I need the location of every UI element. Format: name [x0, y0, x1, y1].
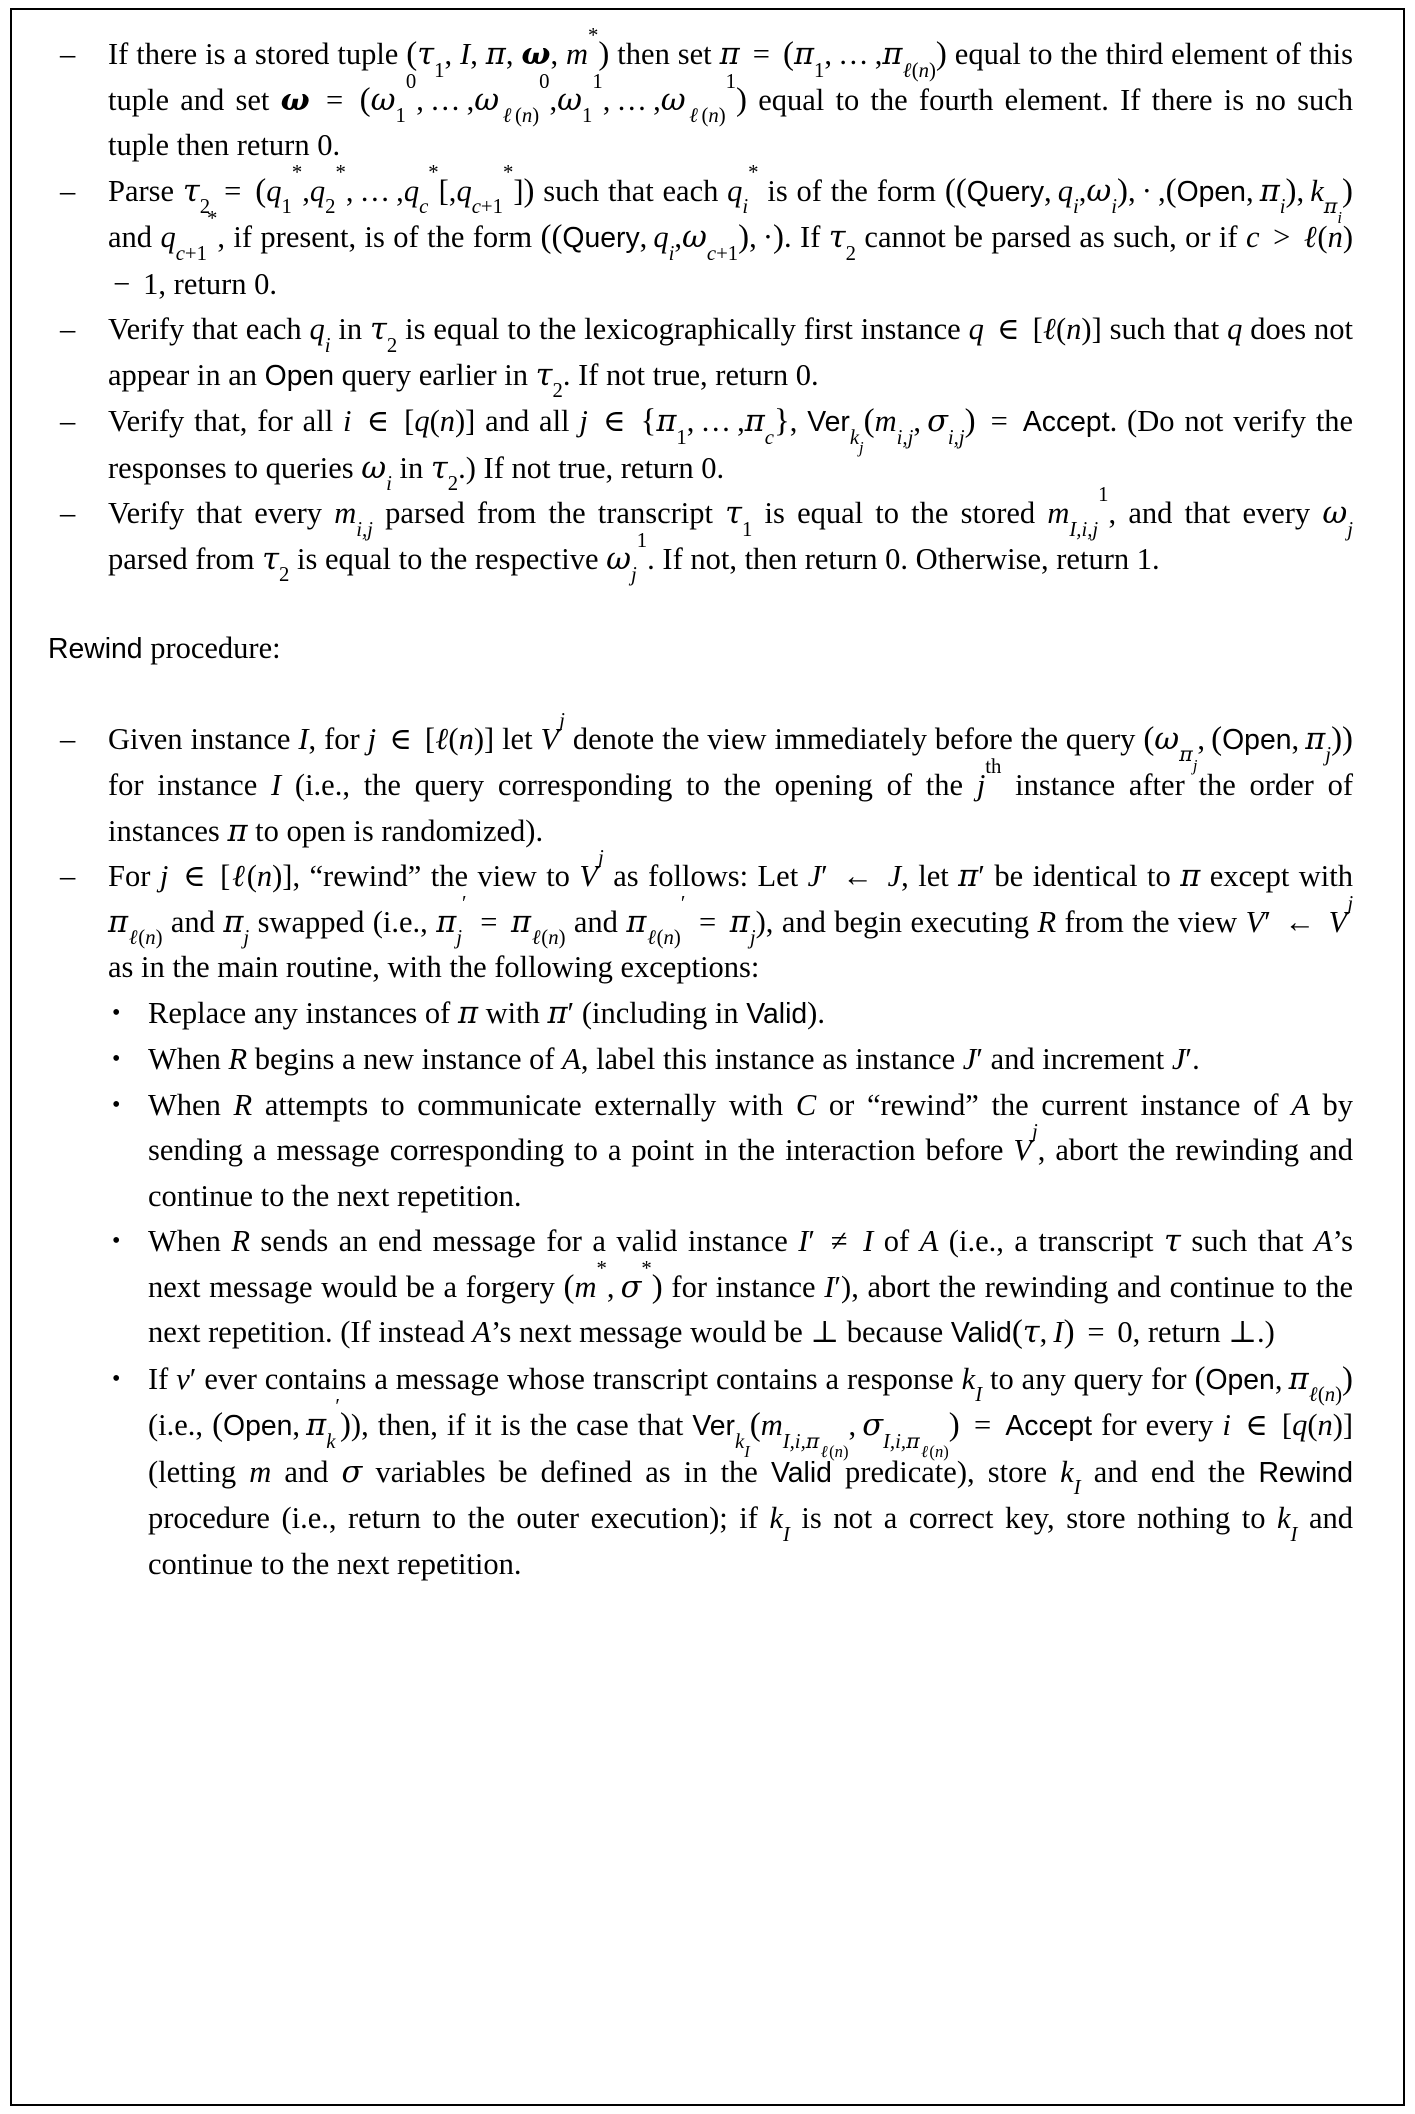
bullet-marker: •	[112, 1046, 121, 1072]
dash-marker: –	[60, 173, 76, 208]
page-content: – If there is a stored tuple (τ1, I, π, …	[48, 25, 1354, 1588]
dash-marker: –	[60, 37, 76, 71]
list-item-text: When R attempts to communicate externall…	[148, 1087, 1354, 1213]
list-item-verify-signatures: – Verify that, for all i ∈ [q(n)] and al…	[48, 399, 1354, 496]
list-item-replace-pi: • Replace any instances of π with π′ (in…	[108, 991, 1353, 1038]
list-item-text: If v′ ever contains a message whose tran…	[148, 1360, 1354, 1581]
list-item-text: When R begins a new instance of A, label…	[148, 1042, 1200, 1076]
list-item-text: Parse τ2 = (q1*,q2*, … ,qc*[,qc+1*]) suc…	[108, 161, 1353, 301]
list-item-text: Verify that, for all i ∈ [q(n)] and all …	[108, 403, 1354, 496]
list-item-given-instance: – Given instance I, for j ∈ [ℓ(n)] let V…	[48, 709, 1353, 855]
bullet-marker: •	[112, 1228, 121, 1254]
list-item-verify-messages: – Verify that every mi,j parsed from the…	[48, 484, 1353, 587]
list-item-text: Replace any instances of π with π′ (incl…	[148, 995, 825, 1031]
list-item-label-instance: • When R begins a new instance of A, lab…	[108, 1037, 1353, 1083]
valid-predicate-list: – If there is a stored tuple (τ1, I, π, …	[48, 25, 1354, 587]
bullet-marker: •	[112, 1091, 121, 1118]
dash-marker: –	[60, 859, 76, 893]
rewind-steps-list: – Given instance I, for j ∈ [ℓ(n)] let V…	[48, 709, 1354, 991]
rewind-heading-suffix: procedure:	[142, 631, 281, 665]
list-item-stored-tuple: – If there is a stored tuple (τ1, I, π, …	[48, 25, 1354, 169]
dash-marker: –	[60, 404, 76, 438]
rewind-keyword: Rewind	[48, 633, 143, 665]
bullet-marker: •	[112, 999, 121, 1026]
bullet-marker: •	[112, 1365, 121, 1392]
list-item-text: If there is a stored tuple (τ1, I, π, ω,…	[108, 25, 1354, 162]
list-item-for-j-rewind: – For j ∈ [ℓ(n)], “rewind” the view to V…	[48, 847, 1354, 991]
list-item-text: Verify that every mi,j parsed from the t…	[108, 484, 1353, 587]
rewind-procedure-heading: Rewind procedure:	[48, 626, 1353, 673]
list-item-text: For j ∈ [ℓ(n)], “rewind” the view to Vj …	[108, 847, 1354, 984]
list-item-text: Verify that each qi in τ2 is equal to th…	[108, 312, 1353, 403]
list-item-communicate-externally: • When R attempts to communicate externa…	[108, 1083, 1353, 1220]
dash-marker: –	[60, 721, 76, 756]
list-item-end-message: • When R sends an end message for a vali…	[108, 1219, 1353, 1357]
dash-marker: –	[60, 496, 76, 530]
list-item-contains-response: • If v′ ever contains a message whose tr…	[108, 1357, 1353, 1588]
list-item-parse-tau2: – Parse τ2 = (q1*,q2*, … ,qc*[,qc+1*]) s…	[48, 161, 1353, 308]
dash-marker: –	[60, 312, 76, 346]
list-item-text: Given instance I, for j ∈ [ℓ(n)] let Vj …	[108, 709, 1353, 849]
list-item-verify-lexicographic: – Verify that each qi in τ2 is equal to …	[48, 307, 1353, 403]
list-item-text: When R sends an end message for a valid …	[148, 1224, 1353, 1350]
rewind-exceptions-list: • Replace any instances of π with π′ (in…	[48, 991, 1353, 1588]
document-page: – If there is a stored tuple (τ1, I, π, …	[0, 0, 1415, 2114]
